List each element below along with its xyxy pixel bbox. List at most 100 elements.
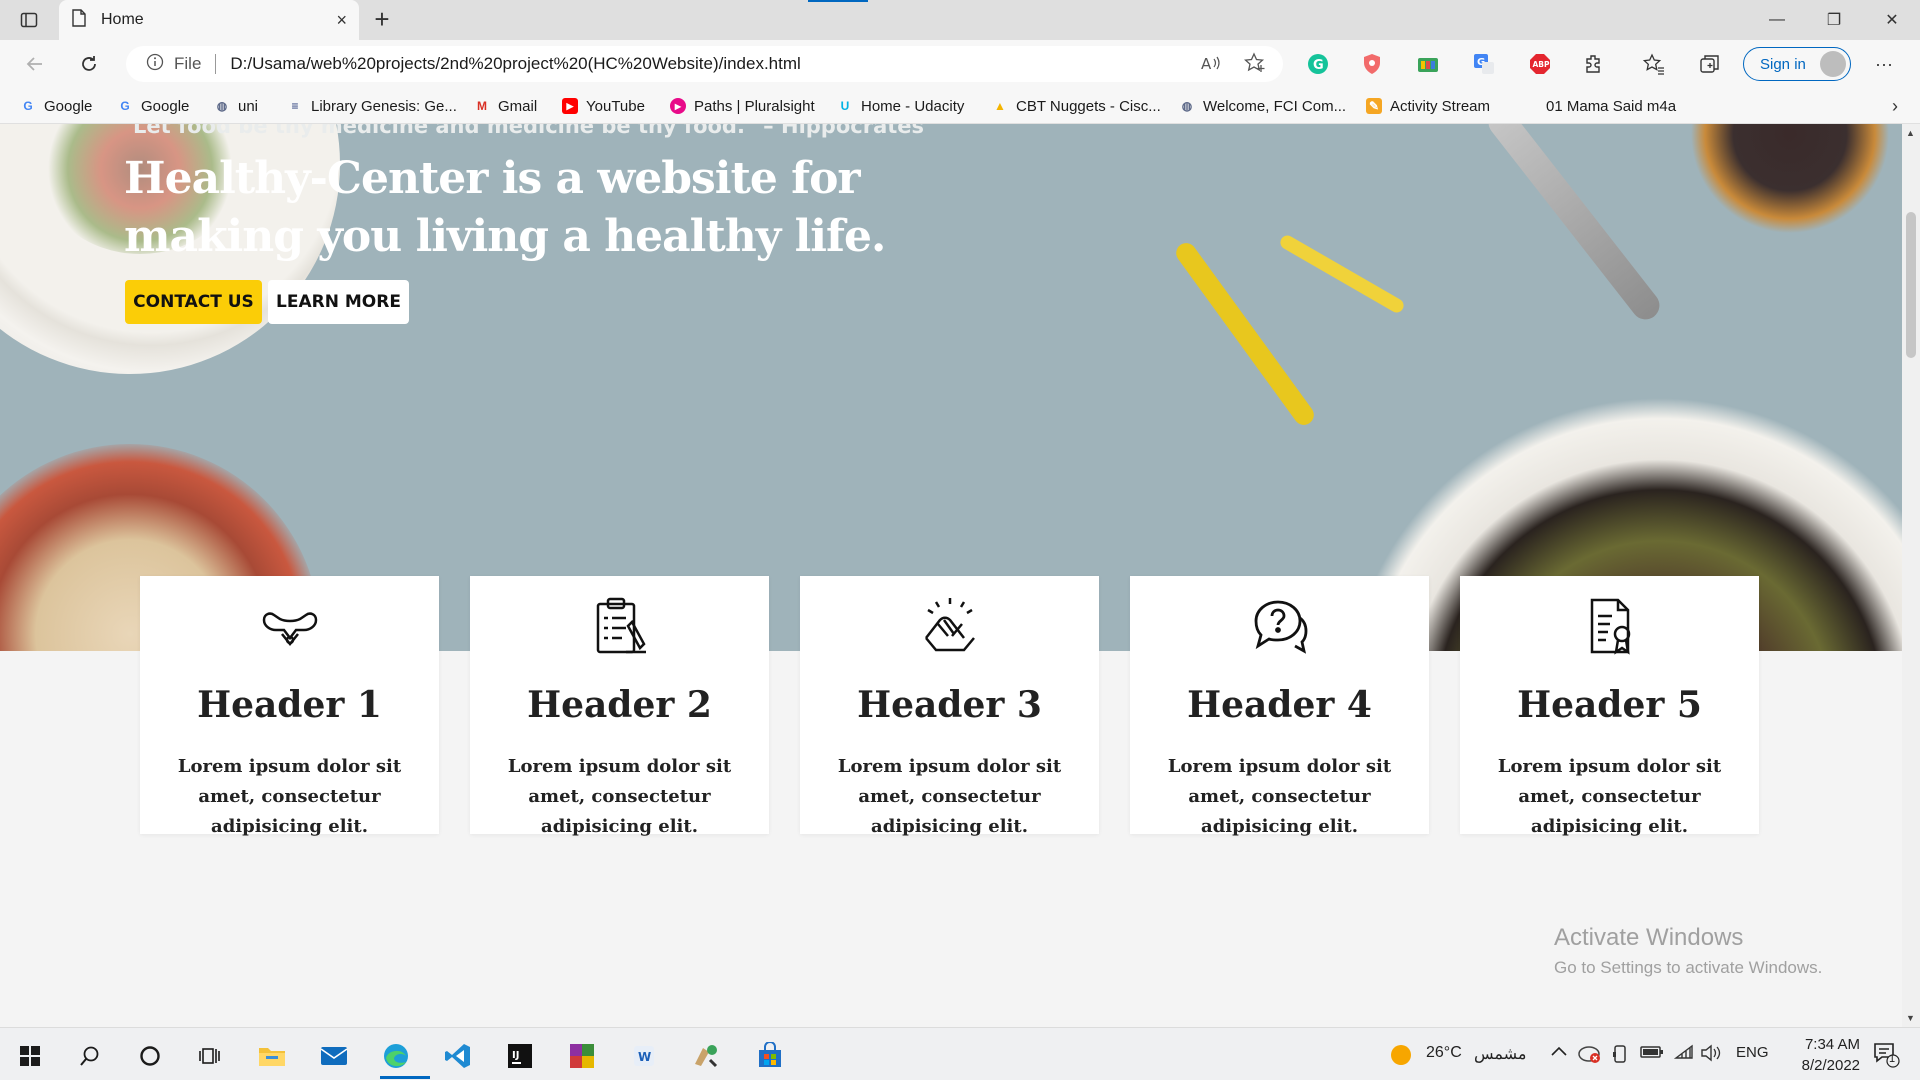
- extensions-icon[interactable]: [1580, 50, 1608, 78]
- address-bar[interactable]: File D:/Usama/web%20projects/2nd%20proje…: [126, 46, 1283, 82]
- bookmark-label: Gmail: [498, 97, 538, 115]
- file-explorer-icon[interactable]: [252, 1036, 292, 1076]
- bookmark-label: uni: [238, 97, 259, 115]
- info-icon[interactable]: [146, 53, 164, 76]
- svg-text:A: A: [1201, 55, 1212, 72]
- bookmark-label: Google: [44, 97, 93, 115]
- task-view-icon[interactable]: [190, 1036, 230, 1076]
- hero-title: Healthy-Center is a website for making y…: [124, 153, 886, 262]
- bookmark-item[interactable]: ◍ Welcome, FCI Com...: [1179, 96, 1346, 116]
- chevron-up-icon[interactable]: [1550, 1044, 1568, 1063]
- read-aloud-icon[interactable]: A: [1196, 48, 1226, 78]
- winrar-icon[interactable]: [562, 1036, 602, 1076]
- scrollbar-thumb[interactable]: [1906, 212, 1916, 358]
- translate-icon[interactable]: G: [1470, 50, 1498, 78]
- notification-icon[interactable]: 1: [1872, 1040, 1900, 1073]
- bookmark-item[interactable]: ≡ Library Genesis: Ge...: [287, 96, 456, 116]
- youtube-icon: ▶: [562, 98, 578, 114]
- contact-us-button[interactable]: CONTACT US: [125, 280, 262, 324]
- word-icon[interactable]: W: [624, 1036, 664, 1076]
- tab-actions-icon[interactable]: [16, 8, 42, 32]
- google-icon: G: [23, 99, 33, 113]
- mail-icon[interactable]: [314, 1036, 354, 1076]
- notification-count: 1: [1889, 1053, 1896, 1065]
- bookmark-item[interactable]: G Google: [117, 96, 189, 116]
- adblock-icon[interactable]: ABP: [1526, 50, 1554, 78]
- bookmark-label: Activity Stream: [1390, 97, 1491, 115]
- browser-tab-home[interactable]: Home ×: [59, 0, 359, 40]
- intellij-icon[interactable]: IJ: [500, 1036, 540, 1076]
- close-window-button[interactable]: ✕: [1864, 0, 1920, 40]
- card-header: Header 2: [527, 684, 712, 726]
- scroll-down-icon[interactable]: ▼: [1906, 1013, 1915, 1023]
- knife-image: [1482, 124, 1666, 326]
- feature-card: Header 1 Lorem ipsum dolor sit amet, con…: [140, 576, 439, 837]
- settings-more-icon[interactable]: ···: [1870, 50, 1898, 78]
- store-icon[interactable]: [750, 1036, 790, 1076]
- collections-icon[interactable]: [1696, 50, 1724, 78]
- volume-icon[interactable]: [1700, 1044, 1722, 1067]
- weather-temperature[interactable]: 26°C: [1426, 1044, 1462, 1062]
- add-favorite-icon[interactable]: [1240, 48, 1270, 78]
- clock-time: 7:34 AM: [1804, 1036, 1860, 1053]
- maximize-button[interactable]: ❐: [1806, 0, 1862, 40]
- bookmark-item[interactable]: G Google: [20, 96, 92, 116]
- weather-sun-icon[interactable]: [1390, 1044, 1412, 1071]
- bookmark-item[interactable]: U Home - Udacity: [837, 96, 965, 116]
- cortana-icon[interactable]: [130, 1036, 170, 1076]
- bookmark-label: CBT Nuggets - Cisc...: [1016, 97, 1161, 115]
- udacity-icon: U: [840, 99, 850, 113]
- battery-icon[interactable]: [1640, 1044, 1664, 1065]
- bookmark-item[interactable]: ▶ YouTube: [562, 96, 645, 116]
- back-icon[interactable]: [20, 50, 50, 78]
- bookmark-item[interactable]: 01 Mama Said m4a: [1522, 96, 1676, 116]
- shield-icon[interactable]: [1358, 50, 1386, 78]
- bookmark-label: 01 Mama Said m4a: [1546, 97, 1677, 115]
- pepper-slice-image: [1277, 232, 1407, 316]
- clock-date: 8/2/2022: [1801, 1057, 1860, 1074]
- certificate-icon: [1578, 594, 1642, 658]
- card-text: Lorem ipsum dolor sit amet, consectetur …: [507, 756, 732, 837]
- minimize-button[interactable]: —: [1749, 0, 1805, 40]
- svg-text:IJ: IJ: [512, 1050, 519, 1061]
- card-text: Lorem ipsum dolor sit amet, consectetur …: [837, 756, 1062, 837]
- strength-icon: [258, 594, 322, 658]
- scroll-up-icon[interactable]: ▲: [1906, 128, 1915, 138]
- device-icon[interactable]: [1612, 1044, 1628, 1069]
- grammarly-icon[interactable]: G: [1304, 50, 1332, 78]
- security-status-icon[interactable]: [1578, 1044, 1602, 1069]
- wifi-icon[interactable]: [1673, 1044, 1696, 1067]
- activity-icon: ✎: [1366, 98, 1382, 114]
- language-indicator[interactable]: ENG: [1736, 1044, 1769, 1061]
- bookmark-item[interactable]: M Gmail: [474, 96, 537, 116]
- url-text[interactable]: D:/Usama/web%20projects/2nd%20project%20…: [230, 54, 800, 74]
- card-header: Header 4: [1187, 684, 1372, 726]
- card-text: Lorem ipsum dolor sit amet, consectetur …: [1497, 756, 1722, 837]
- feature-card: Header 4 Lorem ipsum dolor sit amet, con…: [1130, 576, 1429, 837]
- start-icon[interactable]: [10, 1036, 50, 1076]
- chevron-right-icon[interactable]: ›: [1892, 96, 1898, 117]
- paint-icon[interactable]: [686, 1036, 726, 1076]
- favorites-icon[interactable]: [1640, 50, 1668, 78]
- refresh-icon[interactable]: [74, 50, 104, 78]
- new-tab-button[interactable]: +: [368, 6, 396, 34]
- weather-condition[interactable]: مشمس: [1474, 1044, 1527, 1064]
- bookmark-item[interactable]: ✎ Activity Stream: [1366, 96, 1490, 116]
- drive-icon: ▲: [994, 99, 1006, 113]
- vscode-icon[interactable]: [438, 1036, 478, 1076]
- search-icon[interactable]: [70, 1036, 110, 1076]
- windows-taskbar: IJ W 26°C مشمس ENG 7:34 AM 8/2/2022 1: [0, 1027, 1920, 1080]
- clock[interactable]: 7:34 AM 8/2/2022: [1770, 1034, 1860, 1076]
- sign-in-button[interactable]: Sign in: [1743, 47, 1851, 81]
- bookmark-item[interactable]: ▲ CBT Nuggets - Cisc...: [992, 96, 1161, 116]
- bookmark-item[interactable]: ▶ Paths | Pluralsight: [670, 96, 815, 116]
- close-tab-icon[interactable]: ×: [336, 10, 347, 31]
- feature-card: Header 5 Lorem ipsum dolor sit amet, con…: [1460, 576, 1759, 837]
- svg-text:ABP: ABP: [1533, 60, 1551, 69]
- edge-icon[interactable]: [376, 1036, 430, 1079]
- bookmark-item[interactable]: ◍ uni: [214, 96, 258, 116]
- vertical-scrollbar[interactable]: ▲ ▼: [1902, 124, 1920, 1027]
- tv-extension-icon[interactable]: [1414, 50, 1442, 78]
- question-chat-icon: [1248, 594, 1312, 658]
- learn-more-button[interactable]: LEARN MORE: [268, 280, 409, 324]
